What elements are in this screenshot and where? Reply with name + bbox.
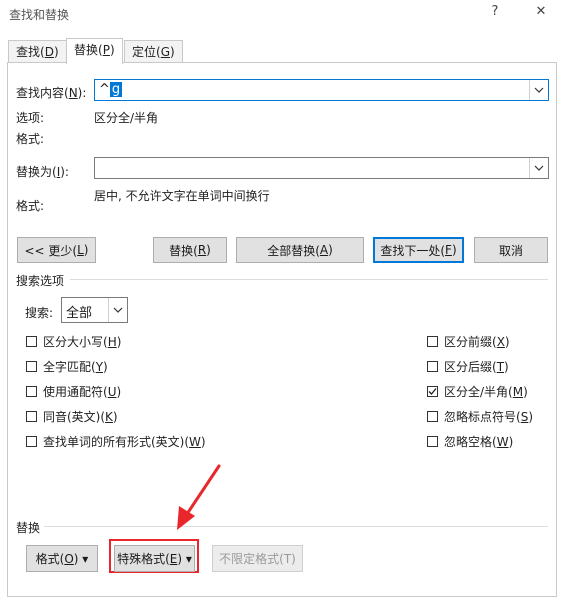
format-button[interactable]: 格式(O) ▾ [26,545,98,572]
tab-find[interactable]: 查找(D) [8,40,67,63]
find-dropdown-arrow[interactable] [529,80,548,100]
find-next-button[interactable]: 查找下一处(F) [373,237,464,263]
replace-input[interactable] [94,157,549,179]
checkbox-sounds-like[interactable]: 同音(英文)(K) [26,408,118,425]
search-options-heading: 搜索选项 [16,274,65,288]
checkbox-box[interactable] [427,361,438,372]
replace-format-label: 格式: [16,199,45,213]
window-title: 查找和替换 [9,8,70,22]
replace-format-value: 居中, 不允许文字在单词中间换行 [94,189,270,203]
checkbox-box[interactable] [427,411,438,422]
options-value: 区分全/半角 [94,111,159,125]
replace-section-divider [44,526,548,527]
tab-replace[interactable]: 替换(P) [66,38,123,64]
checkbox-ignore-punct[interactable]: 忽略标点符号(S) [427,408,533,425]
help-button[interactable]: ? [483,4,507,19]
tab-panel [7,62,557,597]
chevron-down-icon [534,165,544,171]
checkbox-box[interactable] [427,336,438,347]
replace-section-heading: 替换 [16,521,41,535]
checkbox-whole-word[interactable]: 全字匹配(Y) [26,358,108,375]
checkbox-match-width[interactable]: 区分全/半角(M) [427,383,528,400]
checkbox-box[interactable] [427,436,438,447]
replace-dropdown-arrow[interactable] [529,158,548,178]
checkmark-icon [428,388,437,395]
close-button[interactable]: ✕ [529,4,553,19]
checkbox-match-prefix[interactable]: 区分前缀(X) [427,333,510,350]
find-label: 查找内容(N): [16,86,87,100]
checkbox-box[interactable] [26,386,37,397]
checkbox-ignore-space[interactable]: 忽略空格(W) [427,433,513,450]
checkbox-box[interactable] [427,386,438,397]
checkbox-wildcards[interactable]: 使用通配符(U) [26,383,121,400]
annotation-arrow-icon [177,464,221,530]
search-options-divider [70,279,548,280]
cancel-button[interactable]: 取消 [474,237,548,263]
checkbox-box[interactable] [26,361,37,372]
less-button[interactable]: << 更少(L) [17,237,96,263]
checkbox-box[interactable] [26,436,37,447]
checkbox-box[interactable] [26,411,37,422]
find-input[interactable]: ^ g [94,79,549,101]
checkbox-match-suffix[interactable]: 区分后缀(T) [427,358,509,375]
search-direction-arrow[interactable] [108,298,127,322]
search-direction-select[interactable]: 全部 [61,297,128,323]
checkbox-match-case[interactable]: 区分大小写(H) [26,333,121,350]
no-formatting-button: 不限定格式(T) [212,545,303,572]
checkbox-word-forms[interactable]: 查找单词的所有形式(英文)(W) [26,433,206,450]
replace-button[interactable]: 替换(R) [153,237,227,263]
options-label: 选项: [16,111,45,125]
find-format-label: 格式: [16,132,45,146]
chevron-down-icon [113,307,123,313]
chevron-down-icon [534,87,544,93]
checkbox-box[interactable] [26,336,37,347]
tab-goto[interactable]: 定位(G) [124,40,183,63]
replace-label: 替换为(I): [16,165,69,179]
replace-all-button[interactable]: 全部替换(A) [236,237,364,263]
search-direction-label: 搜索: [25,306,54,320]
special-format-button[interactable]: 特殊格式(E) ▾ [114,545,195,572]
